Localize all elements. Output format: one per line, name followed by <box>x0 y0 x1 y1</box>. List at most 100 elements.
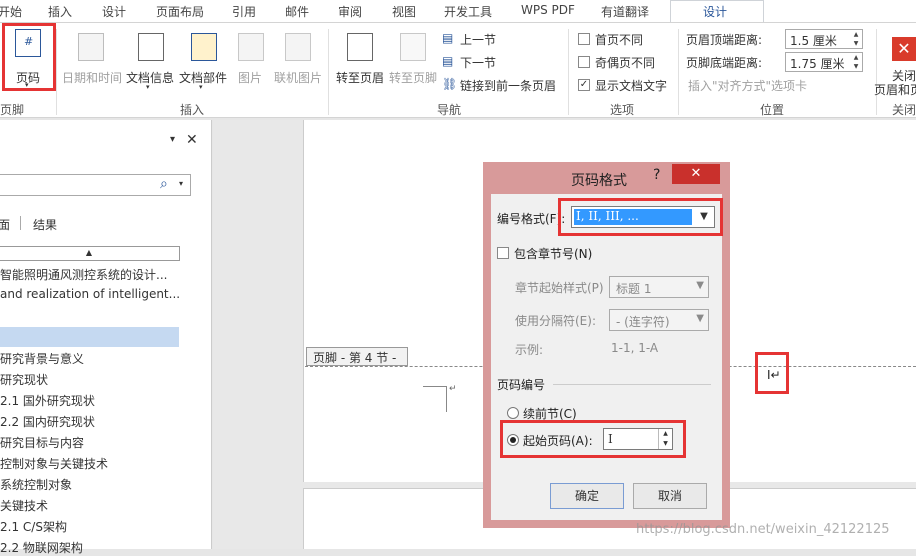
include-chapter-label: 包含章节号(N) <box>514 247 593 261</box>
tab-wps-pdf[interactable]: WPS PDF <box>521 3 575 17</box>
divider <box>553 384 711 385</box>
chapter-style-select[interactable]: 标题 1 ▼ <box>609 276 709 298</box>
show-doc-text-checkbox[interactable]: ✓ <box>578 79 590 91</box>
highlight-footer-number <box>755 352 789 394</box>
highlight-page-number <box>2 23 56 91</box>
chevron-down-icon[interactable]: ▾ <box>179 179 183 188</box>
picture-icon <box>238 33 264 61</box>
divider <box>678 29 679 115</box>
tab-header-footer-design[interactable]: 设计 <box>670 0 764 23</box>
goto-header-icon <box>347 33 373 61</box>
highlight-start-at <box>500 420 686 458</box>
dialog-titlebar[interactable]: 页码格式 ? ✕ <box>483 162 730 194</box>
nav-heading[interactable]: 研究目标与内容 <box>0 434 84 451</box>
date-time-label: 日期和时间 <box>62 71 123 85</box>
help-icon[interactable]: ? <box>653 167 660 183</box>
divider <box>876 29 877 115</box>
tab-references[interactable]: 引用 <box>232 3 256 20</box>
group-label-options: 选项 <box>610 103 635 117</box>
tab-page-layout[interactable]: 页面布局 <box>156 3 204 20</box>
nav-heading-selected[interactable] <box>0 327 179 347</box>
cancel-button[interactable]: 取消 <box>633 483 707 509</box>
separator-select[interactable]: - (连字符) ▼ <box>609 309 709 331</box>
nav-heading[interactable]: 智能照明通风测控系统的设计... <box>0 266 167 283</box>
link-icon: ⛓ <box>442 77 458 91</box>
ok-button[interactable]: 确定 <box>550 483 624 509</box>
nav-heading[interactable]: 2.2 物联网架构 <box>0 539 83 556</box>
header-top-distance-input[interactable]: 1.5 厘米 ▲ ▼ <box>785 29 863 49</box>
ribbon: # 页码 ▾ 页脚 日期和时间 文档信息 ▾ 文档部件 ▾ 图片 联机图片 插入… <box>0 22 916 118</box>
chevron-down-icon: ▼ <box>696 280 704 291</box>
chevron-down-icon: ▾ <box>146 83 150 91</box>
divider <box>568 29 569 115</box>
odd-even-different-checkbox[interactable] <box>578 56 590 68</box>
continue-prev-radio[interactable] <box>507 407 519 419</box>
doc-parts-label: 文档部件 <box>179 71 228 85</box>
document-info-icon <box>138 33 164 61</box>
divider <box>56 29 57 115</box>
quick-parts-icon <box>191 33 217 61</box>
number-format-label: 编号格式(F): <box>497 212 566 226</box>
next-section-button[interactable]: ▤ 下一节 <box>442 54 512 72</box>
nav-heading[interactable]: 2.1 C/S架构 <box>0 518 67 535</box>
tab-mailings[interactable]: 邮件 <box>285 3 309 20</box>
doc-info-label: 文档信息 <box>126 71 175 85</box>
nav-heading[interactable]: 控制对象与关键技术 <box>0 455 108 472</box>
close-icon[interactable]: ✕ <box>186 132 198 148</box>
scroll-up-button[interactable]: ▲ <box>0 246 180 261</box>
tab-design-active-label: 设计 <box>703 5 728 19</box>
tab-review[interactable]: 审阅 <box>338 3 362 20</box>
tab-developer[interactable]: 开发工具 <box>444 3 492 20</box>
goto-header-button[interactable]: 转至页眉 <box>334 27 386 89</box>
search-input[interactable]: ⌕ ▾ <box>0 174 191 196</box>
footer-bottom-distance-label: 页脚底端距离: <box>686 56 763 70</box>
nav-heading[interactable]: 2.2 国内研究现状 <box>0 413 95 430</box>
picture-label: 图片 <box>238 71 263 85</box>
example-value: 1-1, 1-A <box>611 341 659 355</box>
pane-options-icon[interactable]: ▾ <box>170 134 175 145</box>
spinner-arrows-icon[interactable]: ▲ ▼ <box>850 30 862 48</box>
footer-bottom-distance-input[interactable]: 1.75 厘米 ▲ ▼ <box>785 52 863 72</box>
link-previous-button[interactable]: ⛓ 链接到前一条页眉 <box>442 77 562 95</box>
close-icon: ✕ <box>892 37 916 61</box>
footer-section-tag: 页脚 - 第 4 节 - <box>306 347 408 366</box>
nav-heading[interactable]: 研究背景与意义 <box>0 350 84 367</box>
close-header-footer-button[interactable]: ✕ 关闭 页眉和页 <box>874 27 916 97</box>
nav-heading[interactable]: 2.1 国外研究现状 <box>0 392 95 409</box>
tab-insert[interactable]: 插入 <box>48 3 72 20</box>
include-chapter-checkbox[interactable] <box>497 247 509 259</box>
date-time-button[interactable]: 日期和时间 <box>60 27 124 89</box>
group-label-header-footer: 页脚 <box>0 103 25 117</box>
tab-results[interactable]: 结果 <box>33 216 57 233</box>
watermark-text: https://blog.csdn.net/weixin_42122125 <box>636 522 890 537</box>
group-label-navigation: 导航 <box>437 103 462 117</box>
dialog-close-button[interactable]: ✕ <box>672 164 720 184</box>
dialog-body: 编号格式(F): I, II, III, ... ▼ 包含章节号(N) 章节起始… <box>491 194 723 520</box>
doc-parts-button[interactable]: 文档部件 ▾ <box>177 27 231 91</box>
divider <box>20 216 21 230</box>
tab-view[interactable]: 视图 <box>392 3 416 20</box>
search-icon[interactable]: ⌕ <box>160 176 168 192</box>
tab-pages[interactable]: 面 <box>0 216 10 233</box>
insert-alignment-tab-label[interactable]: 插入"对齐方式"选项卡 <box>688 77 807 94</box>
close-label-2: 页眉和页 <box>874 83 916 97</box>
tab-youdao[interactable]: 有道翻译 <box>601 3 649 20</box>
arrow-down-icon: ▤ <box>442 54 454 68</box>
page-number-format-dialog: 页码格式 ? ✕ 编号格式(F): I, II, III, ... ▼ 包含章节… <box>483 162 730 528</box>
spinner-arrows-icon[interactable]: ▲ ▼ <box>850 53 862 71</box>
margin-corner-mark <box>423 386 447 412</box>
prev-section-button[interactable]: ▤ 上一节 <box>442 31 512 49</box>
goto-footer-icon <box>400 33 426 61</box>
picture-button[interactable]: 图片 <box>233 27 269 89</box>
doc-info-button[interactable]: 文档信息 ▾ <box>124 27 176 91</box>
link-previous-label: 链接到前一条页眉 <box>460 79 557 93</box>
online-picture-button[interactable]: 联机图片 <box>272 27 324 89</box>
tab-design[interactable]: 设计 <box>102 3 126 20</box>
nav-heading[interactable]: and realization of intelligent... <box>0 287 180 301</box>
goto-footer-button[interactable]: 转至页脚 <box>387 27 439 89</box>
tab-home[interactable]: 开始 <box>0 3 22 20</box>
nav-heading[interactable]: 关键技术 <box>0 497 48 514</box>
nav-heading[interactable]: 系统控制对象 <box>0 476 72 493</box>
nav-heading[interactable]: 研究现状 <box>0 371 48 388</box>
first-page-different-checkbox[interactable] <box>578 33 590 45</box>
